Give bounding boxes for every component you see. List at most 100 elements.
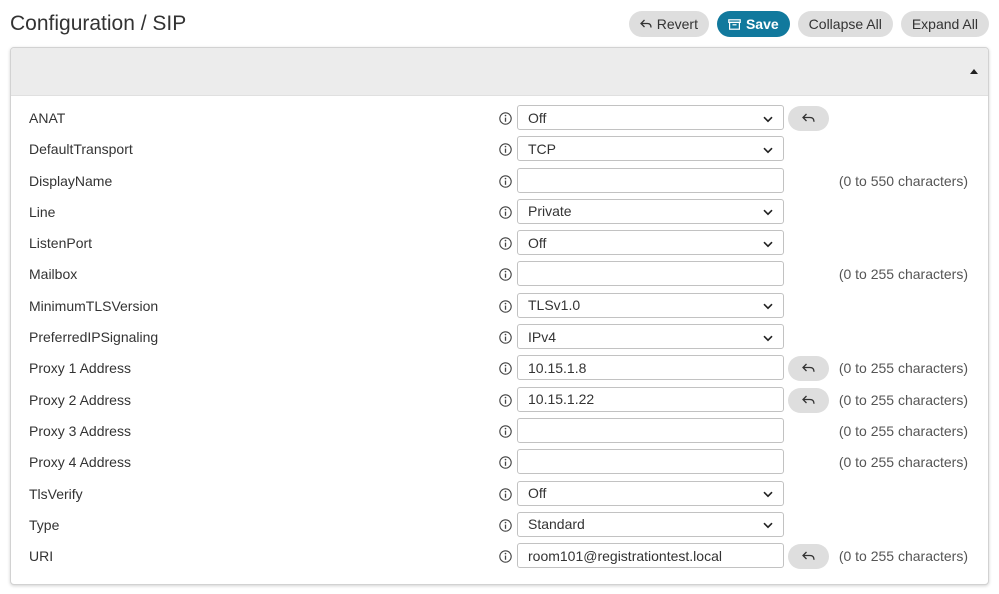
info-icon[interactable] bbox=[499, 143, 512, 157]
setting-label: Type bbox=[29, 516, 60, 533]
info-icon[interactable] bbox=[499, 362, 512, 376]
chevron-down-icon bbox=[763, 110, 773, 126]
info-icon[interactable] bbox=[499, 112, 512, 125]
undo-icon bbox=[639, 19, 652, 29]
setting-label: Proxy 4 Address bbox=[29, 454, 131, 471]
chevron-down-icon bbox=[763, 516, 773, 532]
select-value: Off bbox=[528, 485, 547, 502]
select-value: Standard bbox=[528, 516, 585, 533]
chevron-down-icon bbox=[763, 297, 773, 313]
sip-settings-panel: ANAT Off DefaultTransport TCP DisplayNam… bbox=[10, 47, 989, 585]
character-limit-hint: (0 to 255 characters) bbox=[838, 422, 968, 439]
setting-select[interactable]: Private bbox=[517, 198, 784, 224]
select-value: Private bbox=[528, 203, 572, 220]
setting-row-displayname: DisplayName (0 to 550 characters) bbox=[11, 167, 988, 198]
revert-all-button[interactable]: Revert bbox=[628, 11, 709, 37]
setting-row-tlsverify: TlsVerify Off bbox=[11, 480, 988, 511]
setting-select[interactable]: TCP bbox=[517, 136, 784, 162]
setting-row-preferredipsignaling: PreferredIPSignaling IPv4 bbox=[11, 323, 988, 354]
setting-select[interactable]: Off bbox=[517, 480, 784, 506]
setting-row-defaulttransport: DefaultTransport TCP bbox=[11, 135, 988, 166]
setting-select[interactable]: Standard bbox=[517, 511, 784, 537]
chevron-down-icon bbox=[763, 235, 773, 251]
character-limit-hint: (0 to 550 characters) bbox=[838, 172, 968, 189]
chevron-down-icon bbox=[763, 141, 773, 157]
info-icon[interactable] bbox=[499, 268, 512, 282]
setting-label: Proxy 3 Address bbox=[29, 422, 131, 439]
info-icon[interactable] bbox=[499, 425, 512, 438]
undo-icon bbox=[802, 361, 815, 376]
save-label: Save bbox=[745, 16, 779, 32]
info-icon[interactable] bbox=[499, 174, 512, 188]
settings-list: ANAT Off DefaultTransport TCP DisplayNam… bbox=[11, 96, 988, 573]
undo-icon bbox=[802, 549, 815, 564]
setting-row-minimumtlsversion: MinimumTLSVersion TLSv1.0 bbox=[11, 292, 988, 323]
revert-setting-button[interactable] bbox=[788, 544, 829, 570]
setting-row-proxy-1-address: Proxy 1 Address (0 to 255 characters) bbox=[11, 354, 988, 385]
setting-label: Mailbox bbox=[29, 266, 78, 283]
setting-select[interactable]: IPv4 bbox=[517, 324, 784, 350]
select-value: Off bbox=[528, 234, 547, 251]
character-limit-hint: (0 to 255 characters) bbox=[838, 548, 968, 565]
setting-select[interactable]: TLSv1.0 bbox=[517, 292, 784, 318]
setting-row-proxy-3-address: Proxy 3 Address (0 to 255 characters) bbox=[11, 417, 988, 448]
info-icon[interactable] bbox=[499, 237, 512, 250]
setting-row-mailbox: Mailbox (0 to 255 characters) bbox=[11, 260, 988, 291]
info-icon[interactable] bbox=[499, 206, 512, 219]
setting-input[interactable] bbox=[517, 386, 784, 412]
setting-label: URI bbox=[29, 548, 54, 565]
toolbar: Revert Save Collapse All Expand All bbox=[628, 11, 989, 37]
setting-input[interactable] bbox=[517, 167, 784, 193]
info-icon[interactable] bbox=[499, 487, 512, 501]
setting-label: Proxy 1 Address bbox=[29, 360, 131, 377]
setting-input[interactable] bbox=[517, 355, 784, 381]
setting-row-listenport: ListenPort Off bbox=[11, 229, 988, 260]
revert-setting-button[interactable] bbox=[788, 356, 829, 382]
save-button[interactable]: Save bbox=[716, 11, 790, 37]
info-icon[interactable] bbox=[499, 456, 512, 470]
setting-label: Proxy 2 Address bbox=[29, 391, 131, 408]
revert-setting-button[interactable] bbox=[788, 387, 829, 413]
select-value: TCP bbox=[528, 140, 556, 157]
save-icon bbox=[728, 18, 741, 30]
expand-all-button[interactable]: Expand All bbox=[900, 11, 989, 37]
setting-row-proxy-4-address: Proxy 4 Address (0 to 255 characters) bbox=[11, 448, 988, 479]
info-icon[interactable] bbox=[499, 300, 512, 313]
setting-input[interactable] bbox=[517, 261, 784, 287]
info-icon[interactable] bbox=[499, 331, 512, 344]
chevron-down-icon bbox=[763, 329, 773, 345]
setting-input[interactable] bbox=[517, 449, 784, 475]
character-limit-hint: (0 to 255 characters) bbox=[838, 266, 968, 283]
setting-label: DefaultTransport bbox=[29, 141, 133, 158]
chevron-down-icon bbox=[763, 203, 773, 219]
setting-label: DisplayName bbox=[29, 172, 113, 189]
panel-header[interactable] bbox=[11, 48, 988, 96]
select-value: Off bbox=[528, 109, 547, 126]
setting-label: MinimumTLSVersion bbox=[29, 297, 159, 314]
setting-row-proxy-2-address: Proxy 2 Address (0 to 255 characters) bbox=[11, 386, 988, 417]
page-title: Configuration / SIP bbox=[10, 12, 187, 35]
character-limit-hint: (0 to 255 characters) bbox=[838, 360, 968, 377]
info-icon[interactable] bbox=[499, 393, 512, 407]
chevron-down-icon bbox=[763, 485, 773, 501]
setting-label: ANAT bbox=[29, 110, 66, 126]
info-icon[interactable] bbox=[499, 550, 512, 563]
info-icon[interactable] bbox=[499, 519, 512, 532]
collapse-all-button[interactable]: Collapse All bbox=[797, 11, 893, 37]
collapse-arrow-icon[interactable] bbox=[970, 69, 978, 74]
setting-row-anat: ANAT Off bbox=[11, 104, 988, 135]
setting-label: TlsVerify bbox=[29, 485, 83, 502]
undo-icon bbox=[802, 111, 815, 126]
character-limit-hint: (0 to 255 characters) bbox=[838, 391, 968, 408]
select-value: TLSv1.0 bbox=[528, 297, 581, 314]
setting-select[interactable]: Off bbox=[517, 105, 784, 130]
revert-setting-button[interactable] bbox=[788, 106, 829, 131]
select-value: IPv4 bbox=[528, 328, 557, 345]
setting-label: ListenPort bbox=[29, 235, 93, 252]
setting-input[interactable] bbox=[517, 543, 784, 569]
setting-row-uri: URI (0 to 255 characters) bbox=[11, 542, 988, 573]
setting-label: PreferredIPSignaling bbox=[29, 329, 159, 346]
setting-input[interactable] bbox=[517, 417, 784, 443]
setting-label: Line bbox=[29, 203, 56, 220]
setting-select[interactable]: Off bbox=[517, 230, 784, 256]
